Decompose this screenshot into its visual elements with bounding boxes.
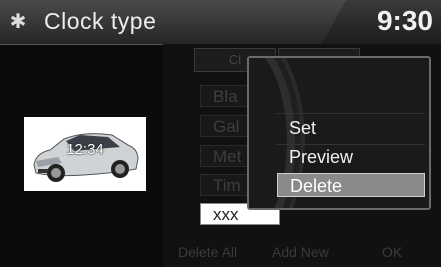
delete-all-button[interactable]: Delete All [178,244,237,260]
page-title: Clock type [44,8,157,34]
preview-option[interactable]: Preview [277,145,425,169]
set-option[interactable]: Set [277,116,425,140]
options-popup: Set Preview Delete [247,56,431,210]
add-new-button[interactable]: Add New [272,244,329,260]
delete-option[interactable]: Delete [277,173,425,197]
thumbnail-time: 12:34 [66,141,104,158]
clock-preview-thumbnail: 12:34 [24,117,146,191]
gear-icon[interactable]: ✱ [7,11,29,33]
ok-button[interactable]: OK [382,244,402,260]
clock-display: 9:30 [376,5,433,36]
screen: ✱ Clock type 9:30 Cl Bla Gal Met Tim xxx… [0,0,441,267]
header-bar: ✱ Clock type 9:30 [0,0,441,45]
divider [277,113,425,114]
